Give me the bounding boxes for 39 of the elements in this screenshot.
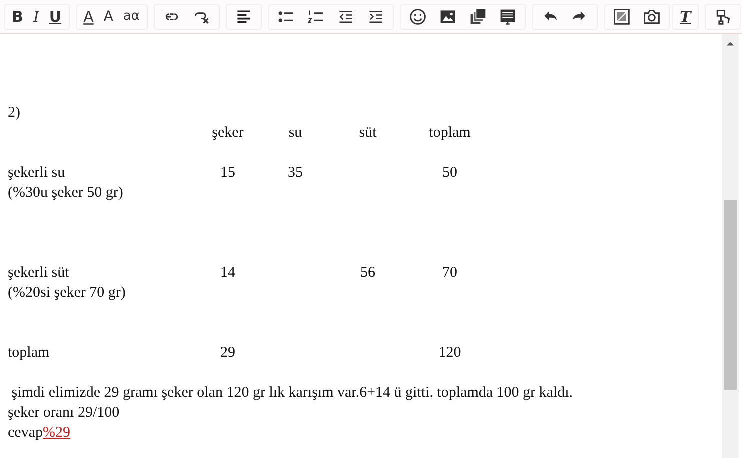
column-header: su (288, 124, 302, 143)
problem-number: 2) (8, 104, 22, 123)
font-color-button[interactable]: A (80, 6, 97, 26)
column-header: şeker (212, 124, 244, 143)
column-header: süt (359, 124, 377, 143)
table-cell-text: 120 (438, 344, 462, 363)
table-cell-text: 14 (220, 264, 236, 283)
table-cell-text: 15 (220, 164, 236, 183)
scroll-up-icon[interactable] (726, 41, 735, 47)
document-icon[interactable] (498, 8, 517, 26)
column-header: toplam (429, 124, 471, 143)
answer-label: cevap (8, 425, 43, 441)
text-line: şeker oranı 29/100 (8, 404, 121, 423)
row-label: toplam (8, 344, 50, 363)
row-label: şekerli su (8, 164, 66, 183)
align-left-icon[interactable] (234, 8, 253, 26)
picture-frame-icon[interactable] (612, 8, 631, 26)
table-cell-text: 70 (442, 264, 458, 283)
image-icon[interactable] (438, 8, 457, 26)
font-case-button[interactable]: aα (120, 6, 143, 26)
table-cell-text: 35 (288, 164, 303, 183)
stacked-images-icon[interactable] (468, 8, 487, 26)
camera-icon[interactable] (642, 8, 661, 26)
smiley-icon[interactable] (408, 8, 427, 26)
italic-button[interactable]: I (30, 6, 42, 26)
numbered-list-icon[interactable] (306, 8, 325, 26)
row-note: (%30u şeker 50 gr) (8, 184, 124, 203)
bold-button[interactable]: B (9, 6, 26, 26)
answer-value: %29 (42, 425, 70, 441)
underline-button[interactable]: U (46, 6, 65, 26)
table-cell-text: 56 (360, 264, 376, 283)
row-note: (%20si şeker 70 gr) (8, 284, 126, 303)
text-line: şimdi elimizde 29 gramı şeker olan 120 gr lık karışım var.6+14 ü gitti. toplamda 100 gr kaldı. (10, 384, 574, 403)
scrollbar-thumb[interactable] (724, 200, 737, 390)
row-label: şekerli süt (8, 264, 70, 283)
table-cell-text: 29 (220, 344, 236, 363)
table-cell-text: 50 (442, 164, 458, 183)
font-size-button[interactable]: A (100, 6, 116, 26)
scrollbar[interactable] (722, 34, 739, 458)
